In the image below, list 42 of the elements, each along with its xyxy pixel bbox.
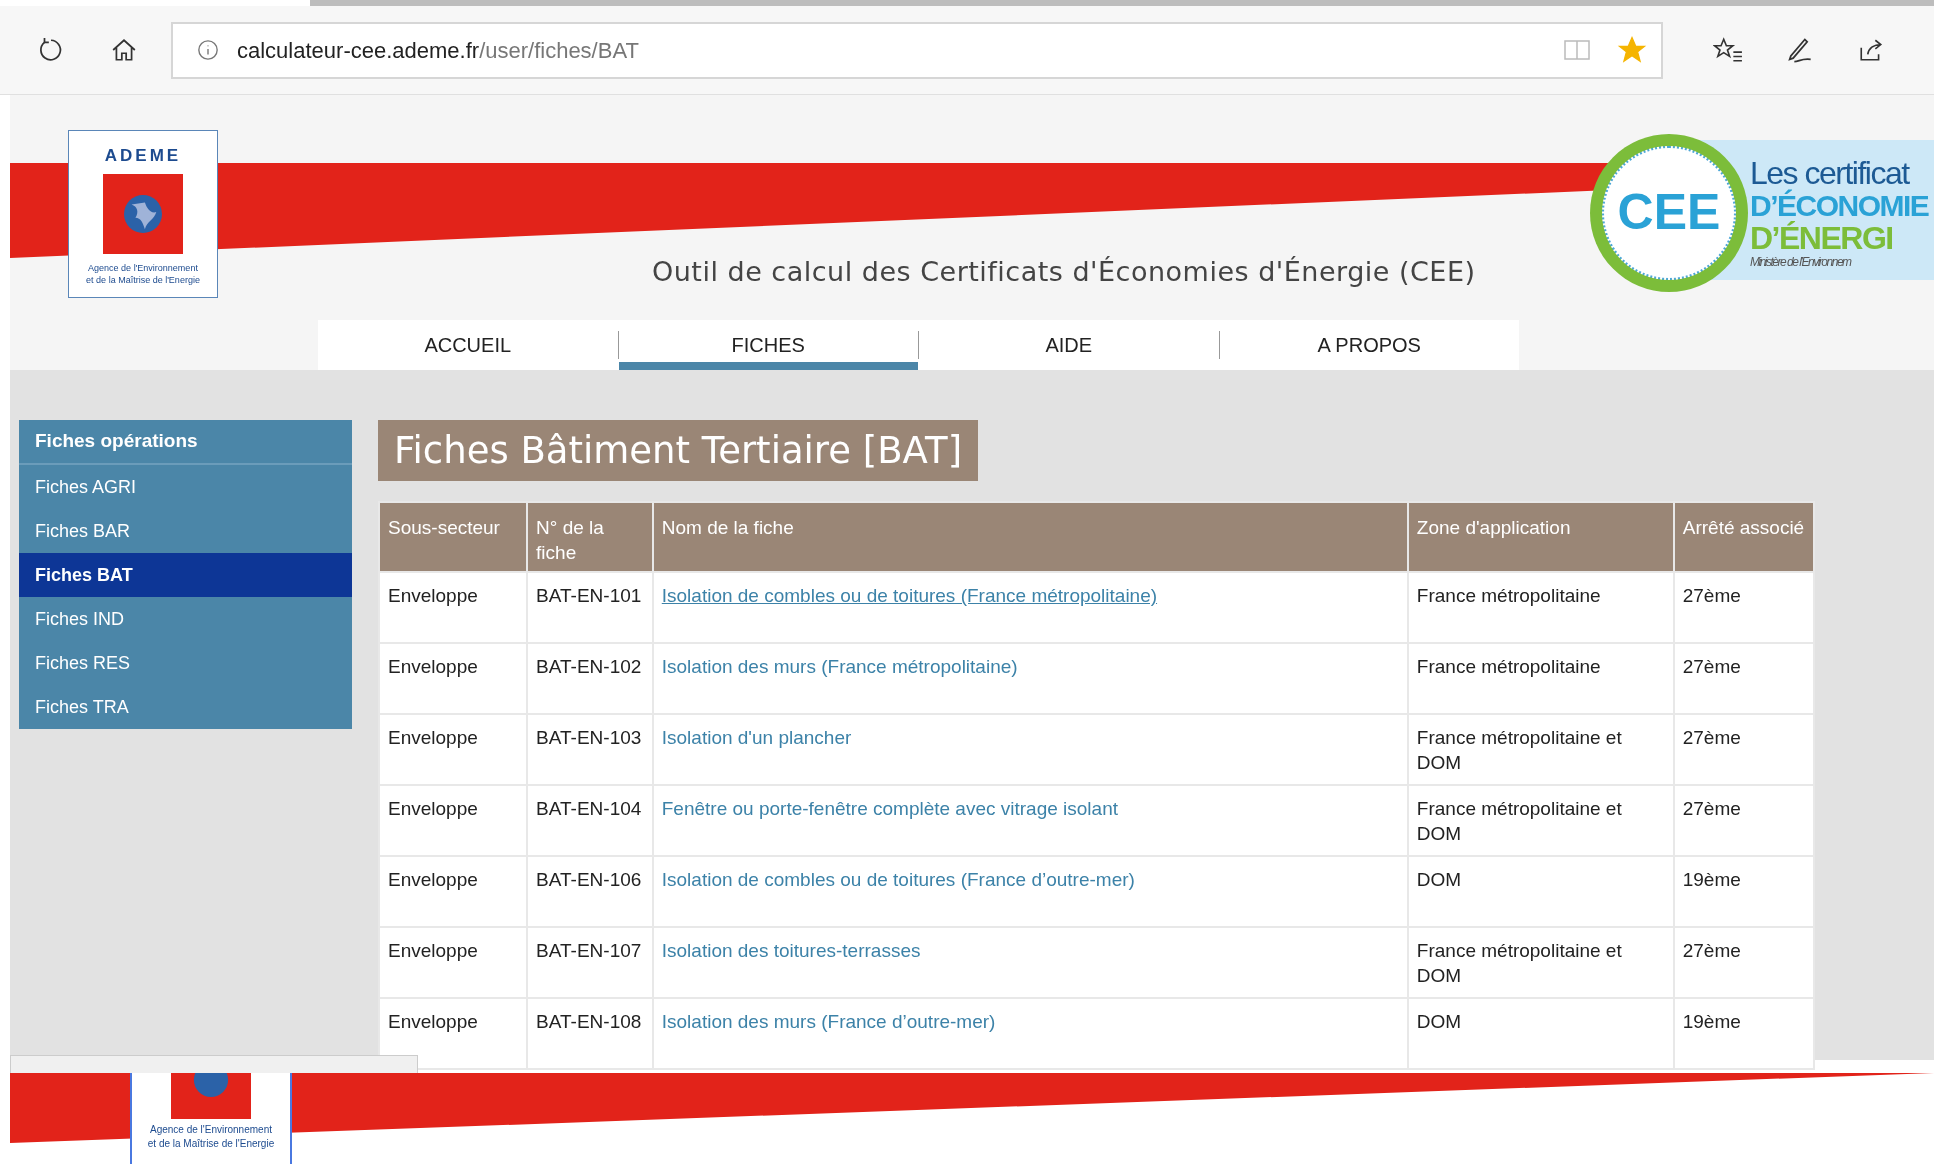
site-title: Outil de calcul des Certificats d'Économies d'Énergie (CEE): [652, 255, 1476, 289]
logo-caption: Agence de l'Environnement: [88, 261, 198, 274]
home-icon[interactable]: [110, 37, 138, 63]
logo-caption: et de la Maîtrise de l'Energie: [86, 273, 200, 286]
page-heading: Fiches Bâtiment Tertiaire [BAT]: [378, 420, 979, 481]
url-text: calculateur-cee.ademe.fr/user/fiches/BAT: [237, 36, 639, 65]
info-icon[interactable]: [197, 39, 219, 61]
column-header: Zone d'application: [1407, 502, 1674, 572]
share-icon[interactable]: [1857, 37, 1885, 63]
globe-icon: [124, 194, 162, 233]
globe-icon: [192, 1073, 230, 1097]
table-cell: DOM: [1407, 998, 1674, 1069]
fiche-link[interactable]: Fenêtre ou porte-fenêtre complète avec vitrage isolant: [661, 798, 1118, 819]
nav-tab[interactable]: AIDE: [919, 320, 1219, 370]
fiche-link[interactable]: Isolation des murs (France d’outre-mer): [661, 1011, 996, 1032]
column-header: Sous-secteur: [379, 502, 528, 572]
fiche-link[interactable]: Isolation des toitures-terrasses: [661, 940, 921, 961]
address-bar[interactable]: calculateur-cee.ademe.fr/user/fiches/BAT: [171, 21, 1663, 79]
fiche-link[interactable]: Isolation de combles ou de toitures (France métropolitaine): [661, 585, 1158, 606]
badge-line: D’ÉNERGI: [1750, 221, 1894, 256]
fiche-link[interactable]: Isolation de combles ou de toitures (France d’outre-mer): [661, 869, 1135, 890]
logo-name: ADEME: [104, 145, 182, 167]
badge-line: Ministère de l’Environnem: [1750, 255, 1853, 269]
column-header: N° de la fiche: [527, 502, 653, 572]
fiche-link[interactable]: Isolation d'un plancher: [661, 727, 852, 748]
fiche-link[interactable]: Isolation des murs (France métropolitaine): [661, 656, 1018, 677]
table-cell: BAT-EN-108: [527, 998, 653, 1069]
logo-caption: Agence de l'Environnement: [150, 1123, 272, 1137]
logo-caption: et de la Maîtrise de l'Energie: [147, 1137, 275, 1151]
table-cell: 19ème: [1673, 998, 1814, 1069]
favorites-icon[interactable]: [1713, 36, 1743, 64]
badge-line: D’ÉCONOMIE: [1750, 190, 1929, 222]
seal-text: CEE: [1617, 183, 1721, 242]
star-icon[interactable]: [1617, 35, 1647, 65]
sidebar-title: Fiches opérations: [19, 420, 352, 465]
pen-icon[interactable]: [1785, 36, 1813, 64]
sidebar-item[interactable]: Fiches BAT: [19, 553, 352, 597]
column-header: Nom de la fiche: [652, 502, 1408, 572]
column-header: Arrêté associé: [1673, 502, 1814, 572]
nav-tab[interactable]: A PROPOS: [1219, 320, 1519, 370]
nav-tab[interactable]: ACCUEIL: [318, 320, 618, 370]
refresh-icon[interactable]: [38, 37, 64, 63]
